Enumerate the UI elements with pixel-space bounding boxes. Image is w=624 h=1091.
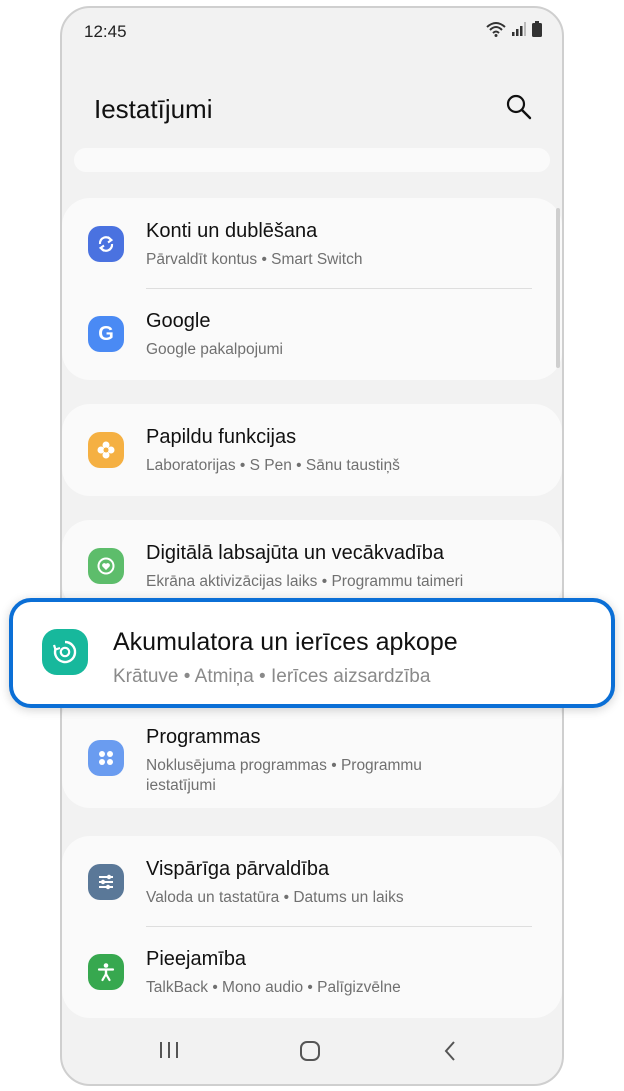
general-card: Vispārīga pārvaldība Valoda un tastatūra… bbox=[62, 836, 562, 1018]
apps-icon bbox=[88, 740, 124, 776]
wellbeing-item[interactable]: Digitālā labsajūta un vecākvadība Ekrāna… bbox=[62, 520, 562, 610]
advanced-item[interactable]: Papildu funkcijas Laboratorijas • S Pen … bbox=[62, 404, 562, 494]
battery-subtitle: Krātuve • Atmiņa • Ierīces aizsardzība bbox=[113, 666, 431, 687]
general-title: Vispārīga pārvaldība bbox=[146, 858, 330, 880]
sliders-icon bbox=[88, 864, 124, 900]
wifi-icon bbox=[486, 22, 506, 37]
scrollbar[interactable] bbox=[556, 208, 560, 368]
apps-item[interactable]: Programmas Noklusējuma programmas • Prog… bbox=[62, 712, 562, 802]
advanced-subtitle: Laboratorijas • S Pen • Sānu taustiņš bbox=[146, 457, 400, 474]
device-care-icon bbox=[42, 629, 88, 675]
advanced-title: Papildu funkcijas bbox=[146, 426, 297, 448]
sync-icon bbox=[88, 226, 124, 262]
back-icon[interactable] bbox=[442, 1040, 458, 1062]
wellbeing-subtitle: Ekrāna aktivizācijas laiks • Programmu t… bbox=[146, 573, 464, 590]
accessibility-title: Pieejamība bbox=[146, 948, 247, 970]
status-bar: 12:45 bbox=[62, 8, 562, 54]
general-subtitle: Valoda un tastatūra • Datums un laiks bbox=[146, 889, 404, 906]
navigation-bar bbox=[62, 1014, 562, 1084]
google-title: Google bbox=[146, 310, 211, 332]
status-icons bbox=[486, 21, 542, 37]
page-title: Iestatījumi bbox=[94, 94, 213, 124]
apps-title: Programmas bbox=[146, 726, 261, 748]
google-icon: G bbox=[88, 316, 124, 352]
status-time: 12:45 bbox=[84, 22, 127, 41]
accounts-item[interactable]: Konti un dublēšana Pārvaldīt kontus • Sm… bbox=[62, 198, 562, 288]
flower-icon bbox=[88, 432, 124, 468]
accounts-card: Konti un dublēšana Pārvaldīt kontus • Sm… bbox=[62, 198, 562, 380]
general-item[interactable]: Vispārīga pārvaldība Valoda un tastatūra… bbox=[62, 836, 562, 926]
accounts-subtitle: Pārvaldīt kontus • Smart Switch bbox=[146, 251, 363, 268]
accessibility-subtitle: TalkBack • Mono audio • Palīgizvēlne bbox=[146, 979, 401, 996]
apps-subtitle: Noklusējuma programmas • Programmu iesta… bbox=[146, 757, 422, 794]
accounts-title: Konti un dublēšana bbox=[146, 220, 318, 242]
wellbeing-icon bbox=[88, 548, 124, 584]
battery-title: Akumulatora un ierīces apkope bbox=[113, 628, 458, 656]
advanced-card: Papildu funkcijas Laboratorijas • S Pen … bbox=[62, 404, 562, 496]
battery-icon bbox=[532, 21, 542, 37]
home-icon[interactable] bbox=[299, 1040, 321, 1062]
phone-screen: 12:45 Iestatījumi Konti un dublēšana Pār… bbox=[60, 6, 564, 1086]
google-item[interactable]: G Google Google pakalpojumi bbox=[62, 288, 562, 378]
search-icon[interactable] bbox=[504, 92, 534, 122]
wellbeing-title: Digitālā labsajūta un vecākvadība bbox=[146, 542, 444, 564]
google-subtitle: Google pakalpojumi bbox=[146, 341, 284, 358]
accessibility-icon bbox=[88, 954, 124, 990]
recent-apps-icon[interactable] bbox=[158, 1040, 180, 1060]
battery-item-highlight[interactable]: Akumulatora un ierīces apkope Krātuve • … bbox=[9, 598, 615, 708]
accessibility-item[interactable]: Pieejamība TalkBack • Mono audio • Palīg… bbox=[62, 926, 562, 1016]
partial-card bbox=[74, 148, 550, 172]
signal-icon bbox=[512, 22, 526, 36]
